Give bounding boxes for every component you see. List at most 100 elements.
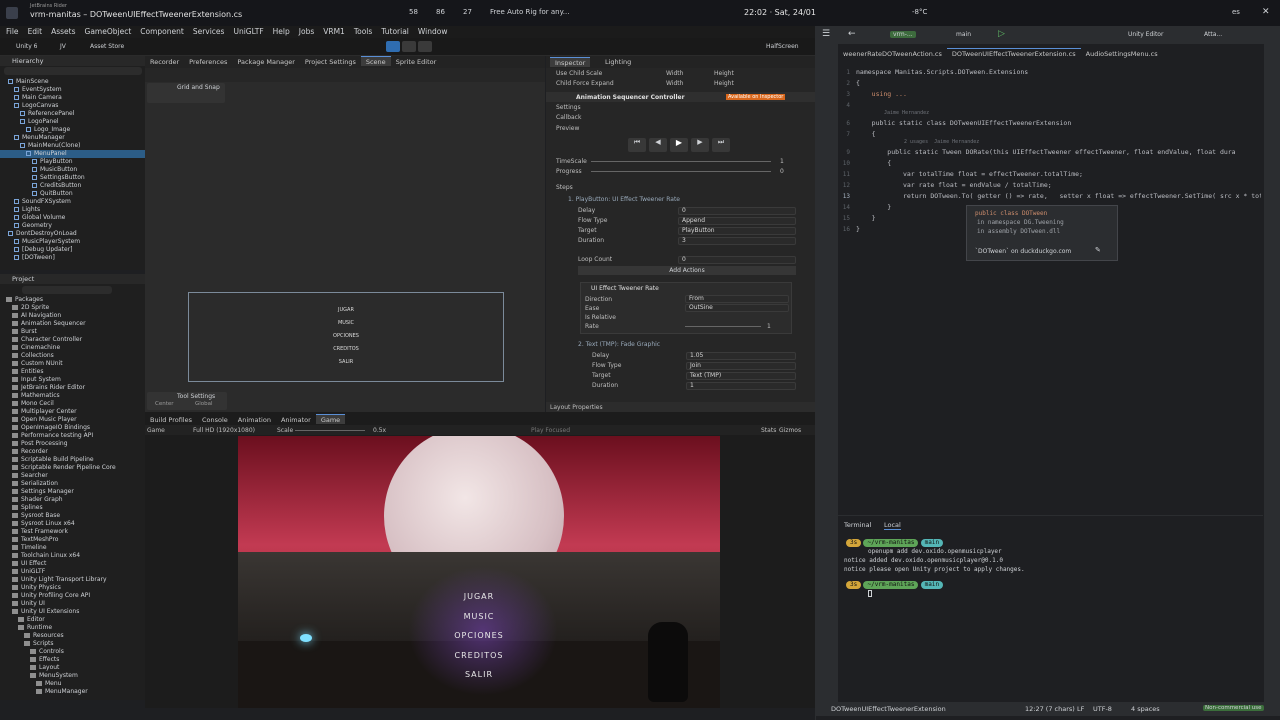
bottom-tab[interactable]: Game (315, 414, 346, 424)
menu-item[interactable]: Edit (28, 27, 43, 36)
play-preview-button[interactable]: ▶ (670, 138, 688, 152)
scene-tab[interactable]: Recorder (145, 57, 184, 67)
timescale-value[interactable]: 1 (780, 158, 784, 165)
status-file[interactable]: DOTweenUIEffectTweenerExtension (831, 705, 946, 713)
project-item[interactable]: JetBrains Rider Editor (0, 384, 145, 392)
project-item[interactable]: Packages (0, 296, 145, 304)
use-child-scale-height[interactable]: Height (714, 70, 734, 77)
pause-button[interactable] (402, 41, 416, 52)
status-encoding[interactable]: UTF-8 (1093, 705, 1112, 713)
code-line[interactable]: public static class DOTweenUIEffectTween… (856, 119, 1072, 127)
gizmos-button[interactable]: Gizmos (779, 427, 801, 434)
delay-field[interactable]: 0 (678, 207, 796, 215)
sub-action-title[interactable]: UI Effect Tweener Rate (591, 285, 659, 292)
project-item[interactable]: Settings Manager (0, 488, 145, 496)
progress-value[interactable]: 0 (780, 168, 784, 175)
project-item[interactable]: Performance testing API (0, 432, 145, 440)
tab-terminal[interactable]: Terminal (844, 521, 871, 529)
bottom-tab[interactable]: Animator (276, 415, 316, 425)
callback-section[interactable]: Callback (556, 114, 581, 121)
project-item[interactable]: Unity Light Transport Library (0, 576, 145, 584)
hierarchy-item[interactable]: QuitButton (0, 190, 145, 198)
code-line[interactable]: } (856, 203, 891, 211)
badge-count-1[interactable]: 58 (409, 8, 418, 16)
project-item[interactable]: UniGLTF (0, 568, 145, 576)
game-menu-button[interactable]: JUGAR (429, 592, 529, 601)
game-render[interactable]: JUGAR MUSIC OPCIONES CREDITOS SALIR (238, 436, 720, 708)
menu-item[interactable]: Assets (51, 27, 75, 36)
menu-item[interactable]: Tutorial (381, 27, 409, 36)
project-item[interactable]: Input System (0, 376, 145, 384)
scene-tab[interactable]: Package Manager (232, 57, 300, 67)
project-item[interactable]: 2D Sprite (0, 304, 145, 312)
project-item[interactable]: Unity Profiling Core API (0, 592, 145, 600)
project-dropdown[interactable]: vrm-... (890, 31, 916, 38)
scene-tab[interactable]: Project Settings (300, 57, 361, 67)
hierarchy-item[interactable]: Main Camera (0, 94, 145, 102)
project-item[interactable]: Timeline (0, 544, 145, 552)
hierarchy-item[interactable]: Global Volume (0, 214, 145, 222)
status-position[interactable]: 12:27 (7 chars) (1025, 705, 1075, 713)
hierarchy-search[interactable] (4, 67, 142, 75)
step-forward-button[interactable]: ▶ (691, 138, 709, 152)
code-line[interactable]: } (856, 214, 876, 222)
config-dropdown[interactable]: Unity Editor (1128, 31, 1163, 38)
project-item[interactable]: Toolchain Linux x64 (0, 552, 145, 560)
menu-item[interactable]: File (6, 27, 19, 36)
editor-tab[interactable]: weenerRateDOTweenAction.cs (838, 49, 947, 59)
hierarchy-item[interactable]: LogoCanvas (0, 102, 145, 110)
game-menu-button[interactable]: SALIR (429, 670, 529, 679)
menu-item[interactable]: UniGLTF (233, 27, 263, 36)
code-usages-hint[interactable]: 2 usages Jaime Hernandez (904, 139, 979, 145)
project-item[interactable]: Recorder (0, 448, 145, 456)
bottom-tab[interactable]: Console (197, 415, 233, 425)
layout-dropdown[interactable]: HalfScreen (766, 43, 799, 50)
display-dropdown[interactable]: Game (147, 427, 165, 434)
project-search[interactable] (22, 286, 112, 294)
rewind-button[interactable]: ⏮ (628, 138, 646, 152)
project-item[interactable]: Open Music Player (0, 416, 145, 424)
scene-tab[interactable]: Sprite Editor (391, 57, 442, 67)
clock[interactable]: 22:02 · Sat, 24/01 (744, 8, 816, 17)
project-item[interactable]: Post Processing (0, 440, 145, 448)
code-line[interactable]: { (856, 159, 891, 167)
hierarchy-item[interactable]: PlayButton (0, 158, 145, 166)
project-item[interactable]: Character Controller (0, 336, 145, 344)
game-menu-button[interactable]: OPCIONES (429, 631, 529, 640)
project-item[interactable]: Mathematics (0, 392, 145, 400)
hierarchy-item[interactable]: MenuManager (0, 134, 145, 142)
play-focused-dropdown[interactable]: Play Focused (531, 427, 570, 434)
project-item[interactable]: Sysroot Base (0, 512, 145, 520)
step-button[interactable] (418, 41, 432, 52)
project-item[interactable]: Editor (0, 616, 145, 624)
hierarchy-item[interactable]: EventSystem (0, 86, 145, 94)
menu-item[interactable]: Tools (354, 27, 372, 36)
code-line[interactable]: var totalTime float = effectTweener.tota… (856, 170, 1083, 178)
menu-item[interactable]: Services (193, 27, 225, 36)
project-item[interactable]: Unity UI Extensions (0, 608, 145, 616)
delay-2-field[interactable]: 1.05 (686, 352, 796, 360)
project-item[interactable]: Effects (0, 656, 145, 664)
project-item[interactable]: Multiplayer Center (0, 408, 145, 416)
code-line[interactable]: public static Tween DORate(this UIEffect… (856, 148, 1261, 156)
bottom-tab[interactable]: Build Profiles (145, 415, 197, 425)
project-item[interactable]: Splines (0, 504, 145, 512)
step-1-header[interactable]: 1. PlayButton: UI Effect Tweener Rate (568, 196, 680, 203)
temperature[interactable]: -8°C (912, 8, 927, 16)
project-item[interactable]: Collections (0, 352, 145, 360)
hierarchy-item[interactable]: MainScene (0, 78, 145, 86)
branch-dropdown[interactable]: main (956, 31, 971, 38)
project-item[interactable]: Sysroot Linux x64 (0, 520, 145, 528)
project-item[interactable]: Test Framework (0, 528, 145, 536)
menu-item[interactable]: Help (273, 27, 290, 36)
code-line[interactable]: namespace Manitas.Scripts.DOTween.Extens… (856, 68, 1028, 76)
badge-count-2[interactable]: 86 (436, 8, 445, 16)
project-item[interactable]: Custom NUnit (0, 360, 145, 368)
edit-icon[interactable]: ✎ (1095, 246, 1101, 254)
project-item[interactable]: Unity Physics (0, 584, 145, 592)
project-item[interactable]: Entities (0, 368, 145, 376)
target-field[interactable]: PlayButton (678, 227, 796, 235)
project-item[interactable]: Animation Sequencer (0, 320, 145, 328)
project-item[interactable]: Burst (0, 328, 145, 336)
step-2-header[interactable]: 2. Text (TMP): Fade Graphic (578, 341, 660, 348)
